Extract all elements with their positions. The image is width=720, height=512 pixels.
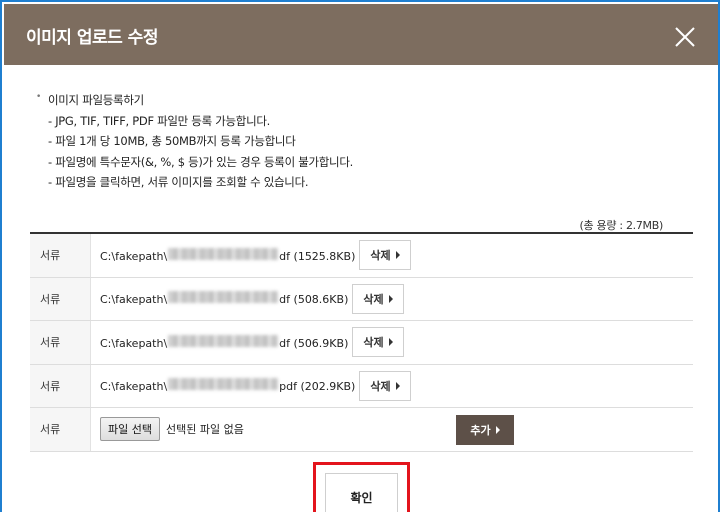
redacted-filename bbox=[168, 334, 279, 347]
close-icon bbox=[675, 27, 695, 47]
guide-line: - JPG, TIF, TIFF, PDF 파일만 등록 가능합니다. bbox=[48, 113, 270, 128]
delete-button[interactable]: 삭제 bbox=[352, 327, 404, 358]
guide-line: - 파일명을 클릭하면, 서류 이미지를 조회할 수 있습니다. bbox=[48, 175, 309, 189]
arrow-right-icon bbox=[495, 426, 500, 434]
arrow-right-icon bbox=[395, 381, 400, 390]
dialog-window: 이미지 업로드 수정 • 이미지 파일등록하기 - JPG, TIF, TIFF… bbox=[0, 0, 720, 512]
new-file-row: 서류 파일 선택 선택된 파일 없음 추가 bbox=[30, 408, 693, 452]
delete-button[interactable]: 삭제 bbox=[352, 283, 404, 314]
row-label: 서류 bbox=[30, 408, 91, 451]
row-label: 서류 bbox=[30, 321, 91, 364]
arrow-right-icon bbox=[388, 294, 393, 303]
file-row: 서류 C:\fakepath\ df (506.9KB) 삭제 bbox=[30, 321, 693, 365]
confirm-highlight: 확인 bbox=[313, 462, 410, 512]
confirm-button[interactable]: 확인 bbox=[325, 473, 398, 512]
close-button[interactable] bbox=[674, 26, 696, 48]
file-path[interactable]: C:\fakepath\ df (506.9KB) bbox=[100, 334, 348, 350]
file-row: 서류 C:\fakepath\ df (1525.8KB) 삭제 bbox=[30, 234, 693, 278]
redacted-filename bbox=[168, 378, 279, 391]
upload-guide: • 이미지 파일등록하기 - JPG, TIF, TIFF, PDF 파일만 등… bbox=[36, 90, 353, 193]
file-path[interactable]: C:\fakepath\ pdf (202.9KB) bbox=[100, 378, 355, 393]
row-label: 서류 bbox=[30, 234, 91, 277]
row-label: 서류 bbox=[30, 364, 91, 407]
file-status: 선택된 파일 없음 bbox=[165, 423, 244, 437]
delete-button[interactable]: 삭제 bbox=[359, 240, 411, 271]
delete-button[interactable]: 삭제 bbox=[359, 370, 411, 401]
guide-line: - 파일명에 특수문자(&, %, $ 등)가 있는 경우 등록이 불가합니다. bbox=[48, 154, 353, 169]
add-button[interactable]: 추가 bbox=[456, 415, 514, 445]
dialog-header: 이미지 업로드 수정 bbox=[4, 4, 718, 65]
file-row: 서류 C:\fakepath\ pdf (202.9KB) 삭제 bbox=[30, 364, 693, 408]
file-path[interactable]: C:\fakepath\ df (1525.8KB) bbox=[100, 247, 355, 263]
row-label: 서류 bbox=[30, 277, 91, 320]
dialog-title: 이미지 업로드 수정 bbox=[26, 28, 158, 48]
file-row: 서류 C:\fakepath\ df (508.6KB) 삭제 bbox=[30, 277, 693, 321]
choose-file-button[interactable]: 파일 선택 bbox=[100, 417, 160, 442]
total-size: (총 용량 : 2.7MB) bbox=[579, 219, 664, 232]
file-path[interactable]: C:\fakepath\ df (508.6KB) bbox=[100, 291, 348, 306]
file-table: 서류 C:\fakepath\ df (1525.8KB) 삭제 서류 C:\fa… bbox=[30, 232, 693, 452]
guide-title: 이미지 파일등록하기 bbox=[48, 93, 144, 107]
arrow-right-icon bbox=[395, 251, 400, 260]
arrow-right-icon bbox=[388, 338, 393, 347]
guide-line: - 파일 1개 당 10MB, 총 50MB까지 등록 가능합니다 bbox=[48, 134, 296, 148]
redacted-filename bbox=[168, 247, 279, 260]
bullet-icon: • bbox=[36, 92, 42, 102]
redacted-filename bbox=[168, 291, 279, 304]
